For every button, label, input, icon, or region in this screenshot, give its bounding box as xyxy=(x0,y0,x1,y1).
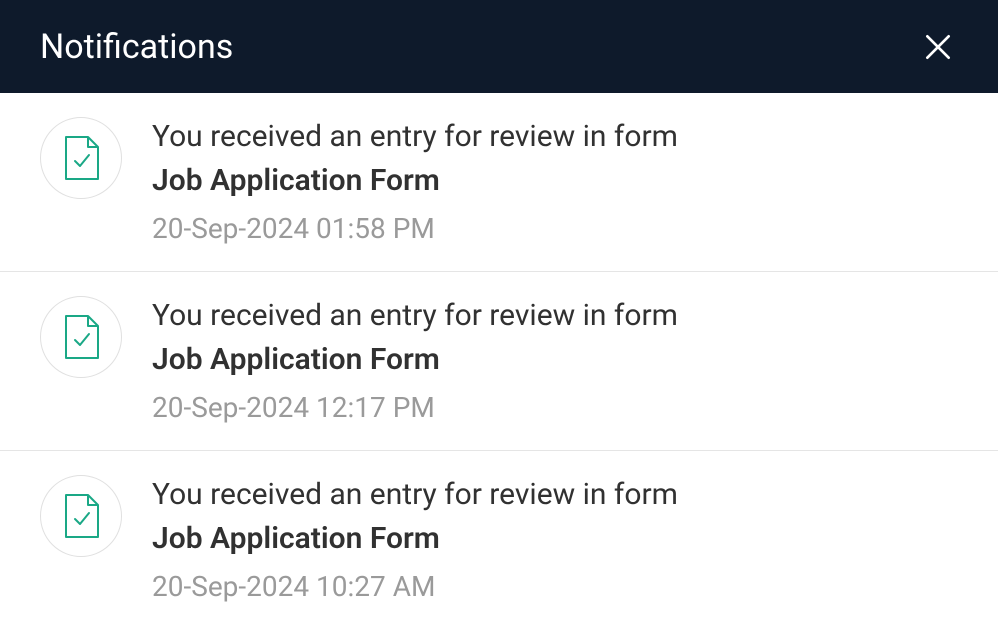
notification-item[interactable]: You received an entry for review in form… xyxy=(0,272,998,451)
notification-message: You received an entry for review in form xyxy=(152,473,958,517)
notification-form-name: Job Application Form xyxy=(152,159,958,203)
notification-icon-circle xyxy=(40,296,122,378)
notification-timestamp: 20-Sep-2024 12:17 PM xyxy=(152,391,958,424)
close-button[interactable] xyxy=(918,27,958,67)
header-title: Notifications xyxy=(40,27,233,67)
close-icon xyxy=(922,31,954,63)
notification-icon-circle xyxy=(40,117,122,199)
notification-content: You received an entry for review in form… xyxy=(152,115,958,245)
notification-content: You received an entry for review in form… xyxy=(152,294,958,424)
notification-item[interactable]: You received an entry for review in form… xyxy=(0,93,998,272)
notification-message: You received an entry for review in form xyxy=(152,115,958,159)
notification-icon-circle xyxy=(40,475,122,557)
notification-message: You received an entry for review in form xyxy=(152,294,958,338)
notification-item[interactable]: You received an entry for review in form… xyxy=(0,451,998,629)
notifications-header: Notifications xyxy=(0,0,998,93)
document-check-icon xyxy=(62,314,100,360)
document-check-icon xyxy=(62,135,100,181)
notification-form-name: Job Application Form xyxy=(152,338,958,382)
notification-timestamp: 20-Sep-2024 01:58 PM xyxy=(152,212,958,245)
document-check-icon xyxy=(62,493,100,539)
notifications-list: You received an entry for review in form… xyxy=(0,93,998,629)
notification-timestamp: 20-Sep-2024 10:27 AM xyxy=(152,570,958,603)
notification-form-name: Job Application Form xyxy=(152,517,958,561)
notification-content: You received an entry for review in form… xyxy=(152,473,958,603)
